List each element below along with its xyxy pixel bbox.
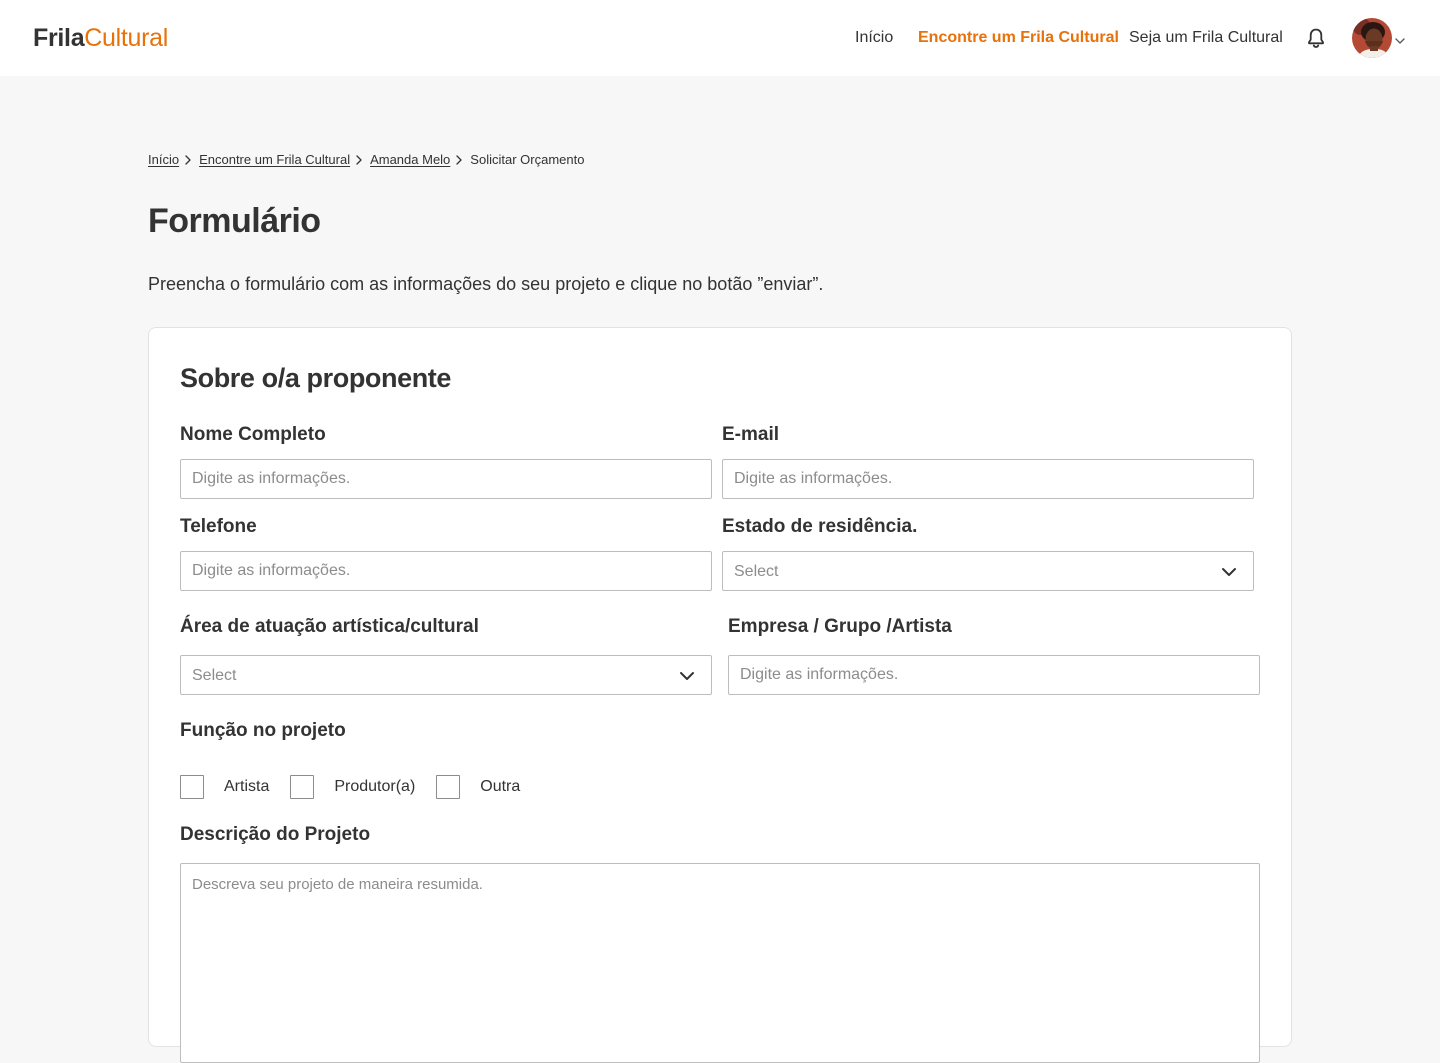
- chevron-down-icon[interactable]: [1394, 33, 1406, 44]
- telefone-label: Telefone: [180, 516, 257, 537]
- breadcrumb: Início Encontre um Frila Cultural Amanda…: [148, 151, 584, 169]
- user-avatar[interactable]: [1352, 18, 1392, 58]
- funcao-label: Função no projeto: [180, 720, 346, 741]
- chevron-right-icon: [450, 151, 470, 169]
- checkbox-produtor[interactable]: [290, 775, 315, 799]
- page-intro: Preencha o formulário com as informações…: [148, 274, 824, 294]
- email-label: E-mail: [722, 424, 780, 445]
- checkbox-label-produtor[interactable]: Produtor(a): [334, 777, 415, 797]
- nav-link-seja-frila[interactable]: Seja um Frila Cultural: [1129, 28, 1283, 48]
- logo[interactable]: FrilaCultural: [33, 23, 168, 53]
- checkbox-label-outra[interactable]: Outra: [480, 777, 520, 797]
- checkbox-label-artista[interactable]: Artista: [224, 777, 269, 797]
- bell-icon[interactable]: [1304, 26, 1328, 50]
- breadcrumb-link-inicio[interactable]: Início: [148, 151, 179, 169]
- nome-input[interactable]: [180, 459, 712, 499]
- empresa-input[interactable]: [728, 655, 1260, 695]
- section-title: Sobre o/a proponente: [180, 363, 452, 393]
- breadcrumb-link-encontre[interactable]: Encontre um Frila Cultural: [199, 151, 350, 169]
- descricao-textarea[interactable]: [180, 863, 1260, 1063]
- breadcrumb-current: Solicitar Orçamento: [470, 152, 585, 167]
- page-title: Formulário: [148, 202, 321, 240]
- top-navbar: FrilaCultural Início Encontre um Frila C…: [0, 0, 1440, 76]
- breadcrumb-link-amanda-melo[interactable]: Amanda Melo: [370, 151, 450, 169]
- logo-text-cultural: Cultural: [84, 24, 169, 52]
- checkbox-artista[interactable]: [180, 775, 204, 799]
- area-select[interactable]: Select: [180, 655, 712, 695]
- nome-label: Nome Completo: [180, 424, 326, 445]
- chevron-down-icon: [679, 669, 695, 681]
- chevron-right-icon: [350, 151, 370, 169]
- estado-label: Estado de residência.: [722, 516, 918, 537]
- checkbox-outra[interactable]: [436, 775, 461, 799]
- area-select-value: Select: [192, 667, 237, 684]
- logo-text-frila: Frila: [33, 24, 85, 52]
- funcao-checkbox-group: Artista Produtor(a) Outra: [180, 775, 541, 799]
- empresa-label: Empresa / Grupo /Artista: [728, 616, 952, 637]
- nav-link-inicio[interactable]: Início: [855, 28, 893, 48]
- estado-select[interactable]: Select: [722, 551, 1254, 591]
- email-input[interactable]: [722, 459, 1254, 499]
- area-label: Área de atuação artística/cultural: [180, 616, 479, 637]
- nav-link-encontre-frila[interactable]: Encontre um Frila Cultural: [918, 28, 1119, 48]
- chevron-right-icon: [179, 151, 199, 169]
- estado-select-value: Select: [734, 563, 779, 580]
- chevron-down-icon: [1221, 565, 1237, 577]
- telefone-input[interactable]: [180, 551, 712, 591]
- form-card: Sobre o/a proponente Nome Completo E-mai…: [148, 327, 1292, 1063]
- descricao-label: Descrição do Projeto: [180, 824, 371, 845]
